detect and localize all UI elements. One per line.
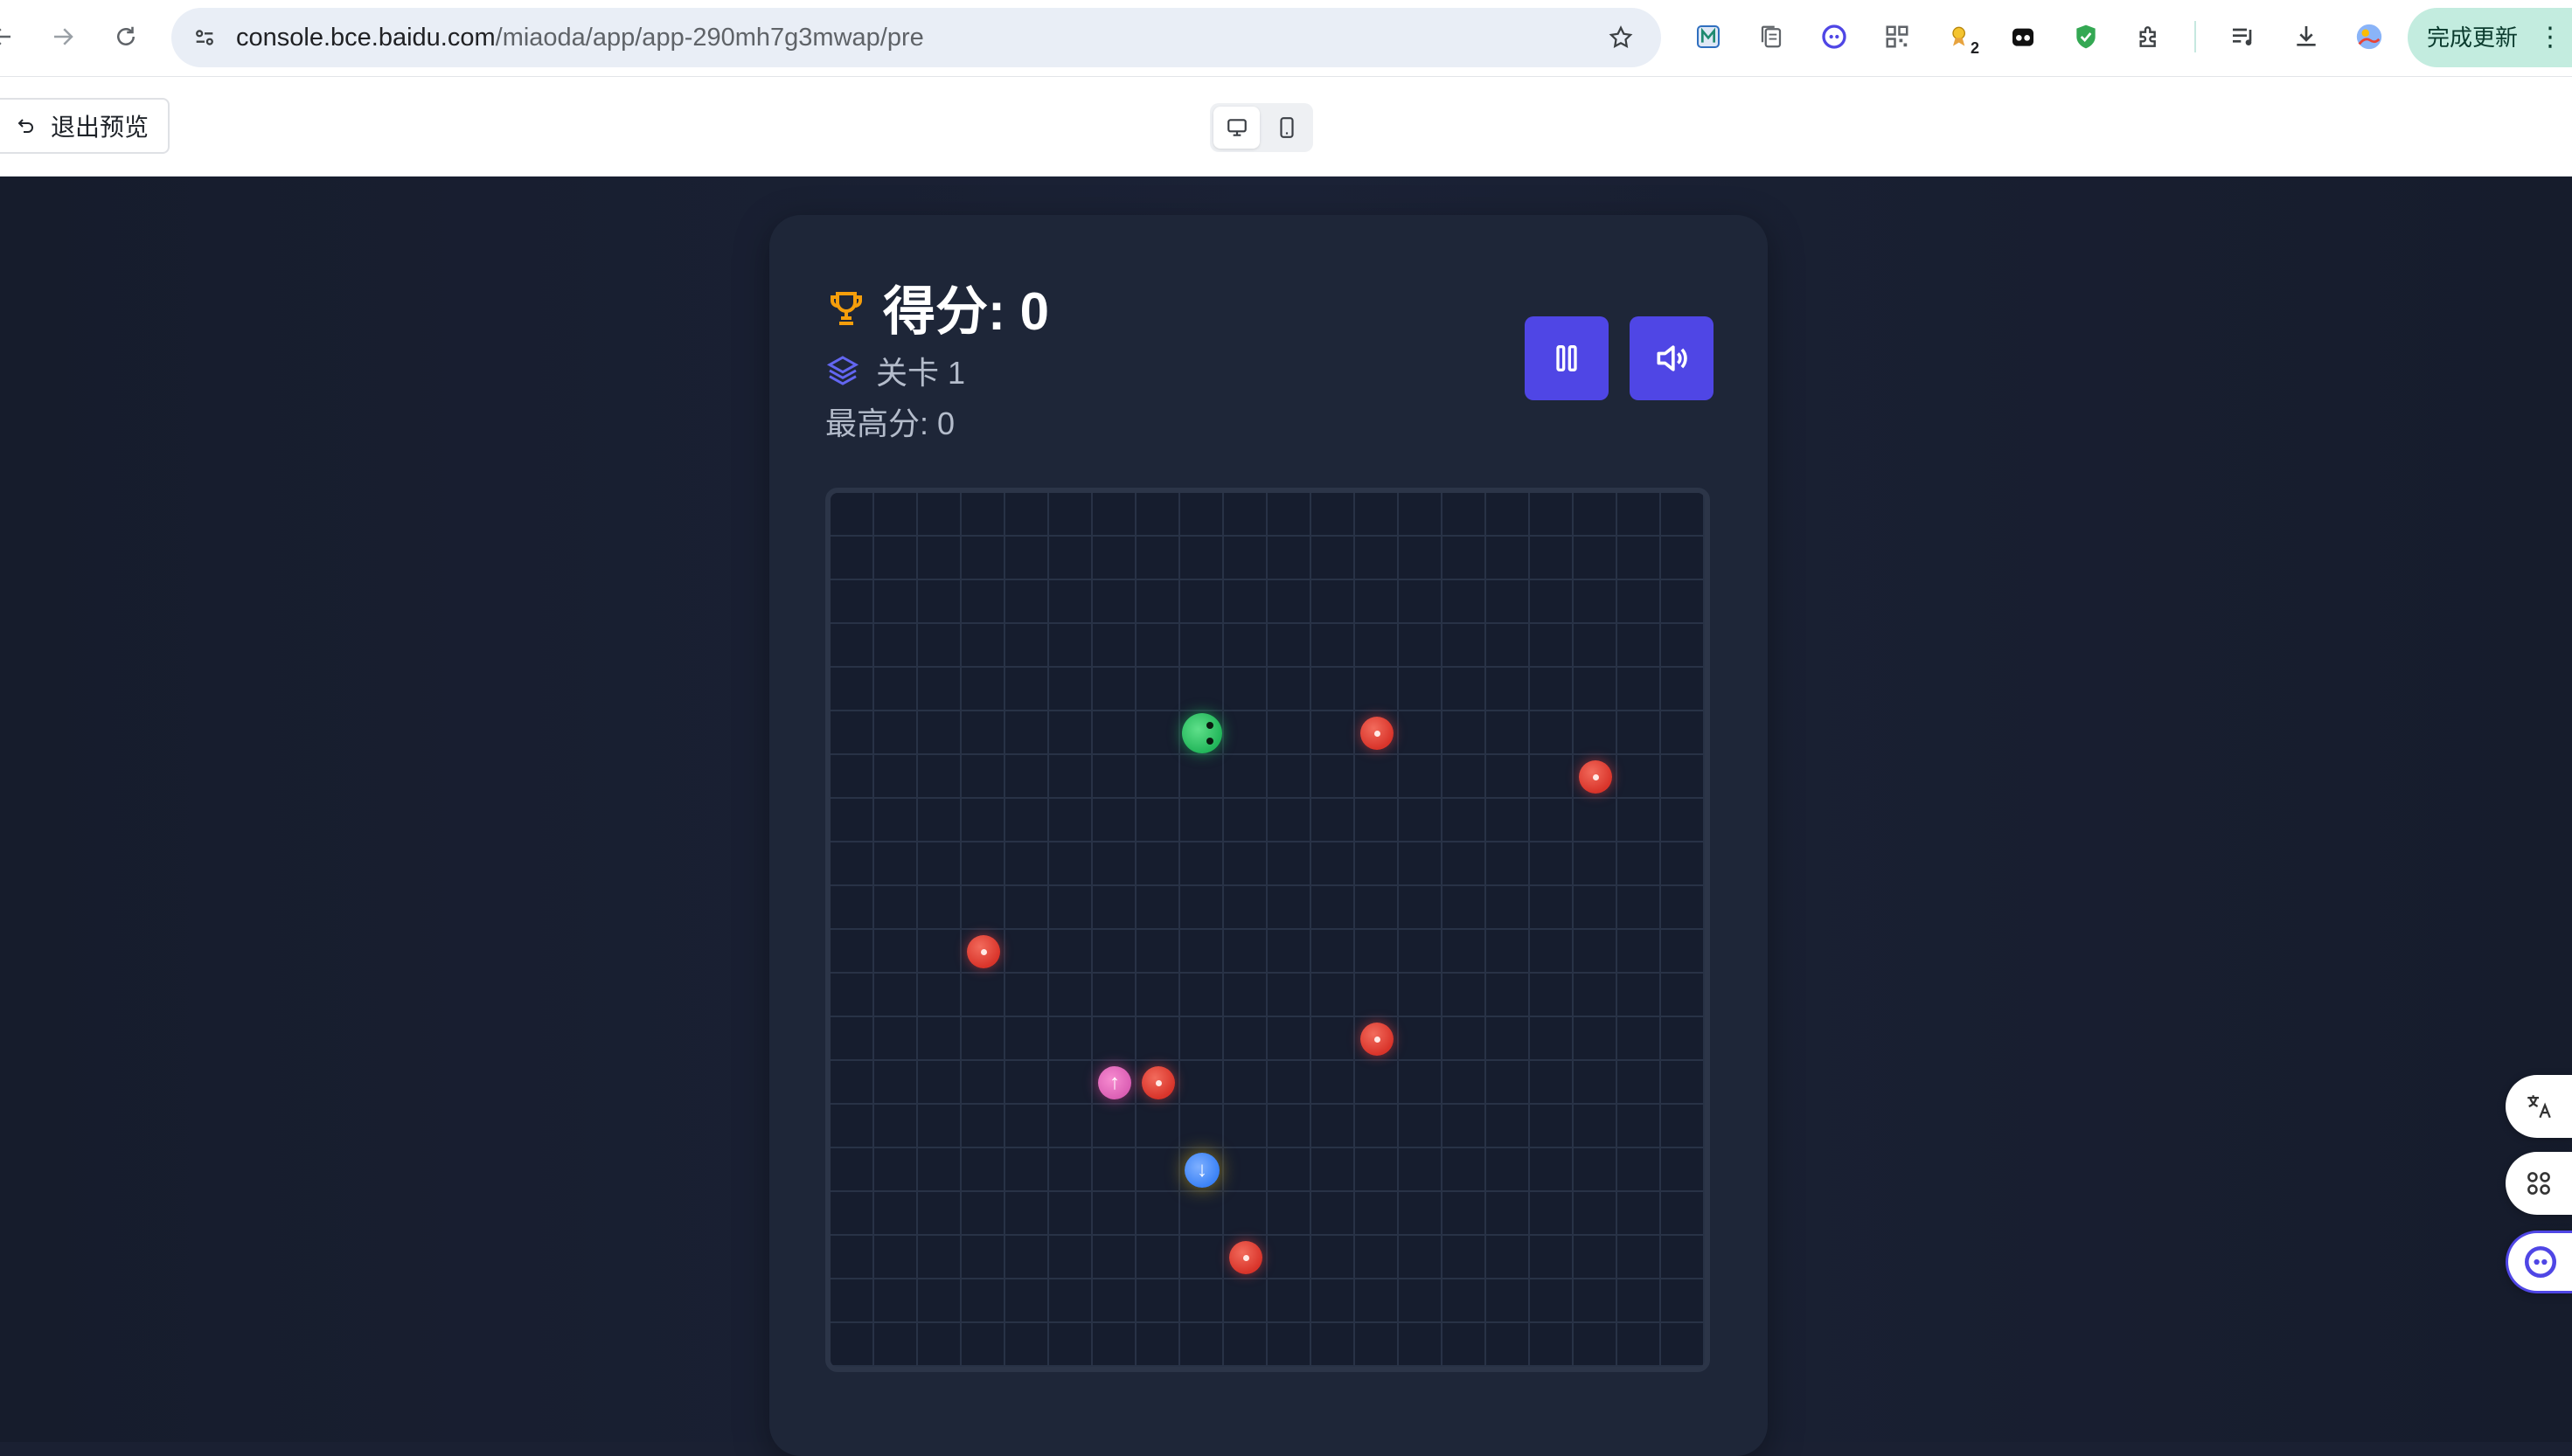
incognito-extension-icon[interactable] (2004, 17, 2042, 56)
back-button[interactable] (0, 17, 21, 56)
update-button[interactable]: 完成更新 ⋮ (2408, 8, 2572, 67)
snake-eye (1206, 722, 1213, 729)
blue-powerup: ↓ (1185, 1153, 1220, 1188)
extension-badge: 2 (1970, 39, 1979, 57)
obstacle-dot (1360, 1023, 1394, 1056)
pause-button[interactable] (1525, 316, 1609, 400)
volume-icon (1657, 345, 1687, 371)
pause-icon (1556, 345, 1577, 371)
trophy-icon (831, 291, 862, 325)
bookmark-star-icon[interactable] (1603, 20, 1638, 55)
extensions-puzzle-icon[interactable] (2130, 17, 2168, 56)
level-row: 关卡 1 (825, 348, 965, 393)
phone-icon (1279, 117, 1294, 138)
copy-extension-icon[interactable] (1752, 17, 1790, 56)
assistant-button[interactable] (2506, 1231, 2572, 1293)
snake-eye (1206, 738, 1213, 745)
obstacle-dot (1360, 717, 1394, 750)
game-card: 得分: 0 关卡 1 最高分: 0 ↑ ↓ (769, 215, 1768, 1456)
score-label: 得分: 0 (883, 282, 1050, 341)
toolbar-divider (2194, 21, 2196, 52)
score-row: 得分: 0 (825, 269, 1049, 345)
url-text: console.bce.baidu.com/miaoda/app/app-290… (236, 8, 924, 67)
obstacle-dot (1142, 1066, 1175, 1099)
site-info-icon[interactable] (187, 20, 222, 55)
level-label: 关卡 1 (876, 355, 966, 391)
sound-button[interactable] (1630, 316, 1714, 400)
assistant-icon (2524, 1245, 2556, 1279)
shield-extension-icon[interactable] (2067, 17, 2105, 56)
obstacle-dot (967, 935, 1000, 968)
apps-button[interactable] (2506, 1152, 2572, 1215)
download-icon[interactable] (2287, 17, 2325, 56)
menu-dots-icon[interactable]: ⋮ (2537, 8, 2563, 67)
monitor-icon (1227, 119, 1247, 136)
profile-avatar-icon[interactable] (2350, 17, 2388, 56)
undo-icon (17, 119, 33, 133)
obstacle-dot (1229, 1241, 1262, 1274)
url-host: console.bce.baidu.com (236, 24, 496, 52)
preview-bar: 退出预览 (0, 77, 2572, 177)
preview-stage: 得分: 0 关卡 1 最高分: 0 ↑ ↓ (0, 177, 2572, 1456)
game-board[interactable]: ↑ ↓ (825, 488, 1710, 1372)
exit-preview-label: 退出预览 (51, 114, 149, 141)
view-mode-toggle (1210, 103, 1313, 152)
snake-head (1182, 713, 1222, 753)
forward-button[interactable] (44, 17, 82, 56)
pink-powerup: ↑ (1098, 1066, 1131, 1099)
m-extension-icon[interactable] (1689, 17, 1727, 56)
update-label: 完成更新 (2427, 24, 2519, 51)
best-score-label: 最高分: 0 (825, 406, 956, 441)
browser-toolbar: console.bce.baidu.com/miaoda/app/app-290… (0, 0, 2572, 77)
desktop-view-button[interactable] (1213, 107, 1260, 149)
translate-icon (2527, 1095, 2551, 1119)
ai-assistant-extension-icon[interactable] (1815, 17, 1853, 56)
award-extension-icon[interactable]: 2 (1941, 17, 1979, 57)
address-bar[interactable]: console.bce.baidu.com/miaoda/app/app-290… (171, 8, 1661, 67)
layers-icon (826, 356, 859, 385)
qr-code-extension-icon[interactable] (1878, 17, 1916, 56)
exit-preview-button[interactable]: 退出预览 (0, 98, 170, 154)
mobile-view-button[interactable] (1263, 107, 1310, 149)
obstacle-dot (1579, 760, 1612, 794)
media-control-icon[interactable] (2224, 17, 2263, 56)
reload-button[interactable] (107, 17, 145, 56)
url-path: /miaoda/app/app-290mh7g3mwap/pre (495, 24, 924, 52)
apps-icon (2527, 1172, 2550, 1195)
translate-button[interactable] (2506, 1075, 2572, 1138)
